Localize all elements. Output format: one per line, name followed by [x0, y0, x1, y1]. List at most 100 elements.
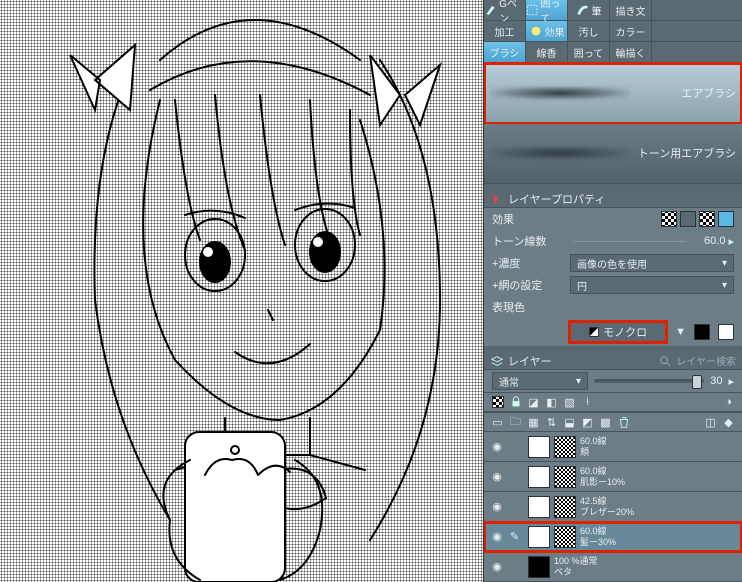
layer-item[interactable]: ◉ 100 %通常ベタ: [484, 552, 742, 582]
effect-row: 効果: [484, 208, 742, 230]
chevron-down-icon: ▾: [722, 258, 727, 269]
swatch-tone[interactable]: [661, 211, 677, 227]
mono-icon: [589, 327, 599, 337]
stepper-icon[interactable]: ▸: [728, 375, 734, 388]
opacity-value[interactable]: 30: [710, 375, 722, 387]
brush-stroke-icon: [490, 86, 630, 100]
new-tone-icon[interactable]: ▦: [526, 415, 541, 430]
monochrome-dropdown[interactable]: モノクロ: [569, 321, 667, 343]
chevron-down-icon[interactable]: ▼: [675, 326, 686, 338]
tool-enclose[interactable]: 囲って: [526, 0, 568, 20]
tool-row-2: 加工 効果 汚し カラー: [484, 21, 742, 42]
chevron-down-icon: ▾: [576, 376, 581, 387]
merge-icon[interactable]: ⬓: [562, 415, 577, 430]
layer-item[interactable]: ◉ 60.0線肌影ー10%: [484, 462, 742, 492]
trash-icon[interactable]: [616, 415, 631, 430]
tool-dirt[interactable]: 汚し: [568, 21, 610, 41]
layer-item[interactable]: ◉ 60.0線頬: [484, 432, 742, 462]
stepper-icon[interactable]: ▸: [728, 235, 734, 248]
swatch-tone2[interactable]: [699, 211, 715, 227]
mono-label: モノクロ: [603, 324, 647, 340]
tone-lines-value[interactable]: 60.0: [689, 235, 725, 247]
density-row: +濃度 画像の色を使用▾: [484, 252, 742, 274]
layer-thumb: [528, 556, 550, 578]
tool-brush[interactable]: 筆: [568, 0, 610, 20]
blend-mode-dropdown[interactable]: 通常▾: [492, 372, 588, 390]
layers-title: レイヤー: [508, 353, 552, 369]
net-dropdown[interactable]: 円▾: [570, 276, 734, 294]
mono-row: モノクロ ▼: [484, 318, 742, 346]
tool-row-3: ブラシ 線香 囲って 輪描く: [484, 42, 742, 63]
layer-thumb: [528, 496, 550, 518]
tone-lines-row: トーン線数 60.0 ▸: [484, 230, 742, 252]
lock-icon[interactable]: [508, 395, 523, 410]
tool-brush2[interactable]: ブラシ: [484, 42, 526, 62]
layer-mask-thumb: [554, 496, 576, 518]
layer-property-header[interactable]: レイヤープロパティ: [484, 190, 742, 208]
tool-incense[interactable]: 線香: [526, 42, 568, 62]
chevron-down-icon: ▾: [722, 280, 727, 291]
tone-lines-label: トーン線数: [492, 233, 570, 249]
layer-meta: 60.0線頬: [580, 436, 607, 458]
density-label: +濃度: [492, 255, 570, 271]
layer-item-selected[interactable]: ◉ ✎ 60.0線髪ー30%: [484, 522, 742, 552]
two-pane-icon[interactable]: ◫: [703, 415, 718, 430]
brush-airbrush[interactable]: エアブラシ: [484, 63, 742, 124]
layer-thumb: [528, 466, 550, 488]
search-icon[interactable]: [658, 354, 672, 368]
properties-panel: Gペン 囲って 筆 描き文 加工 効果 汚し カラー ブラシ 線香 囲って 輪描…: [484, 0, 742, 582]
visibility-icon[interactable]: ◉: [488, 530, 506, 543]
new-folder-icon[interactable]: 🗀: [508, 415, 523, 430]
mask2-icon[interactable]: ◩: [580, 415, 595, 430]
clip-icon[interactable]: ◪: [526, 395, 541, 410]
edit-pen-icon: ✎: [510, 530, 524, 543]
tool-gpen[interactable]: Gペン: [484, 0, 526, 20]
transfer-icon[interactable]: ⇅: [544, 415, 559, 430]
swatch-blue[interactable]: [718, 211, 734, 227]
brush-tone-airbrush[interactable]: トーン用エアブラシ: [484, 124, 742, 185]
effect-label: 効果: [492, 211, 570, 227]
blend-row: 通常▾ 30 ▸: [484, 370, 742, 392]
tool-color[interactable]: カラー: [610, 21, 652, 41]
layer-thumb: [528, 436, 550, 458]
color-chip-icon[interactable]: ◆: [721, 415, 736, 430]
layer-options-bot: ▭ 🗀 ▦ ⇅ ⬓ ◩ ▩ ◫ ◆: [484, 412, 742, 432]
tool-text[interactable]: 描き文: [610, 0, 652, 20]
opacity-slider[interactable]: [594, 379, 704, 383]
swatch-white[interactable]: [718, 324, 734, 340]
palette-icon[interactable]: ◑: [721, 395, 736, 410]
expand-icon: [490, 192, 504, 206]
layer-item[interactable]: ◉ 42.5線ブレザー20%: [484, 492, 742, 522]
density-dropdown[interactable]: 画像の色を使用▾: [570, 254, 734, 272]
tool-process[interactable]: 加工: [484, 21, 526, 41]
mask-icon[interactable]: ▧: [562, 395, 577, 410]
layer-search-label[interactable]: レイヤー検索: [676, 353, 736, 368]
layer-thumb: [528, 526, 550, 548]
layers-section: レイヤー レイヤー検索 通常▾ 30 ▸ ◪ ◧ ▧ ⟊ ◑ ▭ 🗀 ▦: [484, 352, 742, 582]
ref-icon[interactable]: ◧: [544, 395, 559, 410]
tool-effect[interactable]: 効果: [526, 21, 568, 41]
net-row: +網の設定 円▾: [484, 274, 742, 296]
layers-icon: [490, 354, 504, 368]
artwork-illustration: [0, 0, 484, 582]
tool-enclose2[interactable]: 囲って: [568, 42, 610, 62]
checker-icon[interactable]: [490, 395, 505, 410]
swatch-gray[interactable]: [680, 211, 696, 227]
ruler-icon[interactable]: ⟊: [580, 395, 595, 410]
layer-mask-thumb: [554, 436, 576, 458]
visibility-icon[interactable]: ◉: [488, 440, 506, 453]
brush-stroke-icon: [490, 146, 630, 160]
swatch-black[interactable]: [694, 324, 710, 340]
color-row: 表現色: [484, 296, 742, 318]
visibility-icon[interactable]: ◉: [488, 560, 506, 573]
net-label: +網の設定: [492, 277, 570, 293]
visibility-icon[interactable]: ◉: [488, 500, 506, 513]
effect-swatches: [661, 211, 734, 227]
new-layer-icon[interactable]: ▭: [490, 415, 505, 430]
canvas[interactable]: [0, 0, 484, 582]
layers-header[interactable]: レイヤー レイヤー検索: [484, 352, 742, 370]
apply-mask-icon[interactable]: ▩: [598, 415, 613, 430]
layer-mask-thumb: [554, 466, 576, 488]
visibility-icon[interactable]: ◉: [488, 470, 506, 483]
tool-outline[interactable]: 輪描く: [610, 42, 652, 62]
